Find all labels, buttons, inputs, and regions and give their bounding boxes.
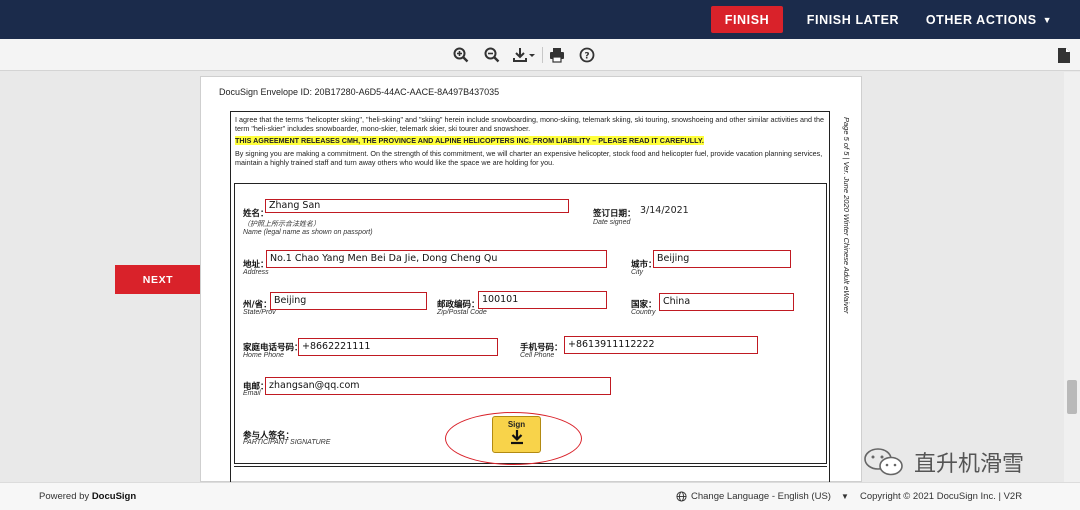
date-label-cn: 签订日期： <box>593 209 636 219</box>
email-field[interactable]: zhangsan@qq.com <box>265 377 611 395</box>
signature-label-en: PARTICIPANT SIGNATURE <box>243 439 331 446</box>
watermark: 直升机滑雪 <box>862 446 1024 478</box>
download-arrow-icon <box>510 430 523 445</box>
date-signed-value: 3/14/2021 <box>640 205 689 216</box>
waiver-paragraph-3: By signing you are making a commitment. … <box>235 149 823 167</box>
help-icon[interactable]: ? <box>577 45 597 65</box>
sign-label: Sign <box>507 420 526 429</box>
download-icon[interactable] <box>511 45 537 65</box>
address-label-en: Address <box>243 269 269 276</box>
country-field[interactable]: China <box>659 293 794 311</box>
svg-text:?: ? <box>584 52 589 62</box>
scrollbar[interactable] <box>1064 72 1080 482</box>
toolbar-separator <box>542 47 543 63</box>
name-note-cn: （护照上所示合法姓名） <box>243 220 320 228</box>
top-bar: FINISH FINISH LATER OTHER ACTIONS ▼ <box>0 0 1080 39</box>
home-phone-field[interactable]: +8662221111 <box>298 338 498 356</box>
scrollbar-thumb[interactable] <box>1067 380 1077 414</box>
name-field[interactable]: Zhang San <box>265 199 569 213</box>
watermark-text: 直升机滑雪 <box>914 452 1025 477</box>
zip-label-en: Zip/Postal Code <box>437 309 487 316</box>
page-side-text: Page 5 of 5 | Ver. June 2020 Winter Chin… <box>842 117 851 314</box>
next-button[interactable]: NEXT <box>115 265 201 294</box>
toolbar: ? <box>0 39 1080 71</box>
caret-down-icon: ▼ <box>1042 14 1053 25</box>
zip-field[interactable]: 100101 <box>478 291 607 309</box>
form-bottom-rule <box>234 466 827 467</box>
footer: Powered by DocuSign Change Language - En… <box>0 482 1080 510</box>
globe-icon <box>676 491 687 502</box>
other-actions-label: OTHER ACTIONS <box>925 12 1037 27</box>
cell-phone-field[interactable]: +8613911112222 <box>564 336 758 354</box>
wechat-icon <box>864 448 903 476</box>
envelope-id: DocuSign Envelope ID: 20B17280-A6D5-44AC… <box>219 87 500 97</box>
state-field[interactable]: Beijing <box>270 292 427 310</box>
email-label-en: Email <box>243 390 261 397</box>
waiver-release-highlight: THIS AGREEMENT RELEASES CMH, THE PROVINC… <box>235 136 704 145</box>
sign-button[interactable]: Sign <box>492 416 541 453</box>
change-language-label: Change Language - English (US) <box>691 491 831 502</box>
address-field[interactable]: No.1 Chao Yang Men Bei Da Jie, Dong Chen… <box>266 250 607 268</box>
state-label-en: State/Prov <box>243 309 276 316</box>
caret-down-icon: ▼ <box>840 492 849 501</box>
date-label-en: Date signed <box>593 219 631 226</box>
finish-button[interactable]: FINISH <box>711 6 783 33</box>
other-actions-button[interactable]: OTHER ACTIONS ▼ <box>922 6 1056 33</box>
name-label-en: Name (legal name as shown on passport) <box>243 229 373 236</box>
city-field[interactable]: Beijing <box>653 250 791 268</box>
powered-by-label: Powered by <box>39 491 90 502</box>
copyright: Copyright © 2021 DocuSign Inc. | V2R <box>860 491 1023 502</box>
waiver-paragraph-1: I agree that the terms "helicopter skiin… <box>235 115 825 133</box>
finish-later-button[interactable]: FINISH LATER <box>800 6 906 33</box>
country-label-en: Country <box>631 309 656 316</box>
document-icon[interactable] <box>1054 45 1074 65</box>
docusign-logo: DocuSign <box>91 491 137 502</box>
print-icon[interactable] <box>547 45 567 65</box>
home-phone-label-en: Home Phone <box>243 352 284 359</box>
city-label-en: City <box>631 269 644 276</box>
powered-by: Powered by DocuSign <box>39 491 136 502</box>
cell-phone-label-en: Cell Phone <box>520 352 555 359</box>
zoom-out-icon[interactable] <box>482 45 502 65</box>
change-language-button[interactable]: Change Language - English (US) ▼ <box>676 491 849 502</box>
zoom-in-icon[interactable] <box>451 45 471 65</box>
